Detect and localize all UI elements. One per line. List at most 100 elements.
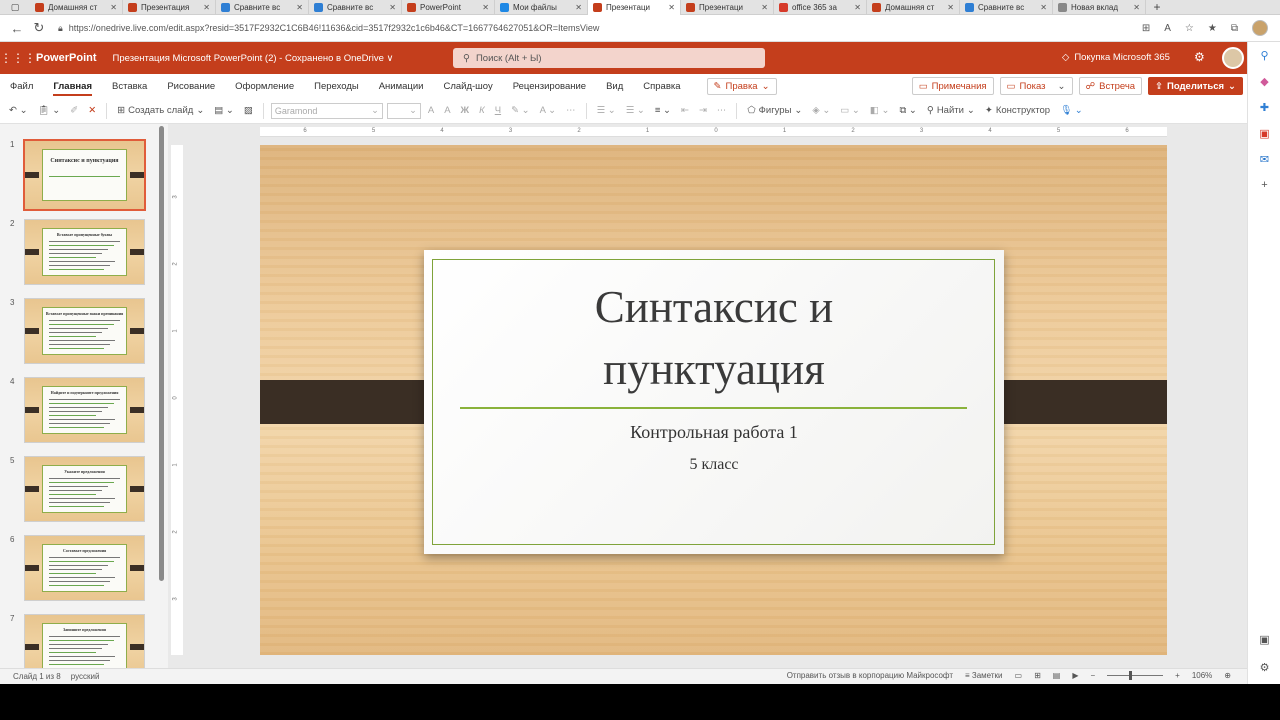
browser-tab[interactable]: PowerPoint ✕ <box>402 0 495 15</box>
slide-thumbnail-preview[interactable]: Вставьте пропущенные буквы <box>24 219 145 285</box>
new-slide-button[interactable]: ⊞ Создать слайд ⌄ <box>114 105 207 116</box>
align-icon[interactable]: ≡ ⌄ <box>652 105 674 116</box>
slide-thumbnail[interactable]: 4 Найдите и подчеркните предложения <box>0 377 160 449</box>
browser-tab[interactable]: Новая вклад ✕ <box>1053 0 1146 15</box>
present-button[interactable]: ▭ Показ ⌄ <box>999 77 1073 95</box>
slide-subtitle-line1[interactable]: Контрольная работа 1 <box>424 422 1004 443</box>
increase-font-icon[interactable]: A <box>425 105 437 116</box>
browser-tab[interactable]: Презентаци ✕ <box>588 0 681 15</box>
tab-actions-icon[interactable]: ▢ <box>0 0 30 15</box>
apps-icon[interactable]: ⊞ <box>1142 23 1150 34</box>
tab-close-icon[interactable]: ✕ <box>203 3 210 12</box>
arrange-icon[interactable]: ⧉ ⌄ <box>896 105 919 116</box>
edit-mode-dropdown[interactable]: ✎ Правка ⌄ <box>706 77 777 95</box>
browser-tab[interactable]: Мои файлы ✕ <box>495 0 588 15</box>
font-size-select[interactable]: ⌄ <box>386 102 421 119</box>
tab-close-icon[interactable]: ✕ <box>668 3 675 12</box>
slide-thumbnail-preview[interactable]: Найдите и подчеркните предложения <box>24 377 145 443</box>
increase-indent-icon[interactable]: ⇥ <box>696 105 710 116</box>
zoom-slider[interactable] <box>1107 671 1164 680</box>
dictate-icon[interactable]: 🎙︎ ⌄ <box>1057 105 1086 116</box>
office-icon[interactable]: ▣ <box>1248 120 1280 146</box>
slideshow-icon[interactable]: ▶ <box>1072 671 1078 680</box>
reading-view-icon[interactable]: ▤ <box>1053 671 1061 680</box>
browser-tab[interactable]: Презентация ✕ <box>123 0 216 15</box>
slide-thumbnail-preview[interactable]: Вставьте пропущенные знаки препинания <box>24 298 145 364</box>
browser-tab[interactable]: Презентаци ✕ <box>681 0 774 15</box>
browser-tab[interactable]: Сравните вс ✕ <box>216 0 309 15</box>
browser-tab[interactable]: Домашняя ст ✕ <box>867 0 960 15</box>
slide-thumbnail[interactable]: 6 Составьте предложения <box>0 535 160 607</box>
font-family-select[interactable]: Garamond ⌄ <box>270 102 383 119</box>
url-field[interactable]: 🔒︎ https://onedrive.live.com/edit.aspx?r… <box>58 23 1142 34</box>
tools-icon[interactable]: ✚ <box>1248 94 1280 120</box>
collections-icon[interactable]: ⧉ <box>1231 23 1238 34</box>
find-button[interactable]: ⚲ Найти ⌄ <box>924 105 978 116</box>
browser-profile-avatar[interactable] <box>1252 20 1268 36</box>
ribbon-tab[interactable]: Главная <box>43 74 102 98</box>
comments-button[interactable]: ▭ Примечания <box>911 77 994 95</box>
paste-icon[interactable]: 📋︎ ⌄ <box>35 105 64 116</box>
notes-button[interactable]: ≡ Заметки <box>965 671 1003 680</box>
slide-editor[interactable]: Синтаксис и пунктуация Контрольная работ… <box>260 145 1167 655</box>
ribbon-tab[interactable]: Вид <box>596 74 633 98</box>
new-tab-button[interactable]: + <box>1146 0 1168 15</box>
slide-thumbnail-preview[interactable]: Запишите предложения <box>24 614 145 668</box>
tab-close-icon[interactable]: ✕ <box>1040 3 1047 12</box>
read-aloud-icon[interactable]: A <box>1164 23 1171 34</box>
undo-icon[interactable]: ↶ ⌄ <box>6 105 31 116</box>
normal-view-icon[interactable]: ▭ <box>1015 671 1023 680</box>
slide-title-placeholder[interactable]: Синтаксис и пунктуация <box>424 276 1004 400</box>
shape-effects-icon[interactable]: ◧ ⌄ <box>867 105 893 116</box>
bold-icon[interactable]: Ж <box>458 105 473 116</box>
tab-close-icon[interactable]: ✕ <box>110 3 117 12</box>
ribbon-tab[interactable]: Слайд-шоу <box>433 74 502 98</box>
search-input[interactable]: ⚲ Поиск (Alt + Ы) <box>453 48 765 68</box>
decrease-font-icon[interactable]: A <box>441 105 453 116</box>
browser-tab[interactable]: office 365 за ✕ <box>774 0 867 15</box>
tab-close-icon[interactable]: ✕ <box>947 3 954 12</box>
slide-thumbnail[interactable]: 5 Укажите предложения <box>0 456 160 528</box>
ribbon-tab[interactable]: Файл <box>0 74 43 98</box>
zoom-out-icon[interactable]: − <box>1090 671 1095 680</box>
underline-icon[interactable]: Ч <box>492 105 504 116</box>
feedback-link[interactable]: Отправить отзыв в корпорацию Майкрософт <box>787 671 953 680</box>
refresh-icon[interactable]: ↻ <box>28 20 50 36</box>
tab-close-icon[interactable]: ✕ <box>854 3 861 12</box>
thumbnail-scrollbar[interactable] <box>159 126 164 581</box>
shopping-icon[interactable]: ◆ <box>1248 68 1280 94</box>
highlight-icon[interactable]: ✎ ⌄ <box>508 105 533 116</box>
slide-thumbnail[interactable]: 1 Синтаксис и пунктуация <box>0 139 160 212</box>
more-paragraph-icon[interactable]: ⋯ <box>714 105 730 116</box>
slide-thumbnail[interactable]: 7 Запишите предложения <box>0 614 160 668</box>
italic-icon[interactable]: К <box>476 105 488 116</box>
tab-close-icon[interactable]: ✕ <box>389 3 396 12</box>
zoom-level[interactable]: 106% <box>1192 671 1212 680</box>
search-icon[interactable]: ⚲ <box>1248 42 1280 68</box>
chevron-down-icon[interactable]: ⌄ <box>1058 81 1066 92</box>
zoom-slider-thumb[interactable] <box>1129 671 1133 680</box>
meeting-button[interactable]: ☍ Встреча <box>1078 77 1143 95</box>
settings-gear-icon[interactable]: ⚙ <box>1194 50 1205 64</box>
share-button[interactable]: ⇪ Поделиться ⌄ <box>1148 77 1243 95</box>
browser-tab[interactable]: Домашняя ст ✕ <box>30 0 123 15</box>
zoom-in-icon[interactable]: + <box>1175 671 1180 680</box>
fit-slide-icon[interactable]: ⊕ <box>1224 671 1231 680</box>
add-icon[interactable]: + <box>1248 172 1280 198</box>
ribbon-tab[interactable]: Справка <box>633 74 690 98</box>
app-name[interactable]: PowerPoint <box>36 52 97 64</box>
browser-tab[interactable]: Сравните вс ✕ <box>960 0 1053 15</box>
tab-close-icon[interactable]: ✕ <box>1133 3 1140 12</box>
tab-close-icon[interactable]: ✕ <box>296 3 303 12</box>
slide-thumbnail-preview[interactable]: Синтаксис и пунктуация <box>23 139 146 211</box>
back-icon[interactable]: ← <box>6 21 28 36</box>
settings-gear-icon[interactable]: ⚙ <box>1248 654 1280 680</box>
designer-button[interactable]: ✦ Конструктор <box>982 105 1053 116</box>
ribbon-tab[interactable]: Вставка <box>102 74 157 98</box>
ribbon-tab[interactable]: Анимации <box>369 74 434 98</box>
numbering-icon[interactable]: ☰ ⌄ <box>623 105 648 116</box>
favorites-icon[interactable]: ★ <box>1208 23 1217 34</box>
language[interactable]: русский <box>71 672 100 681</box>
slide-thumbnail-preview[interactable]: Составьте предложения <box>24 535 145 601</box>
shapes-button[interactable]: ⬠ Фигуры ⌄ <box>744 105 805 116</box>
